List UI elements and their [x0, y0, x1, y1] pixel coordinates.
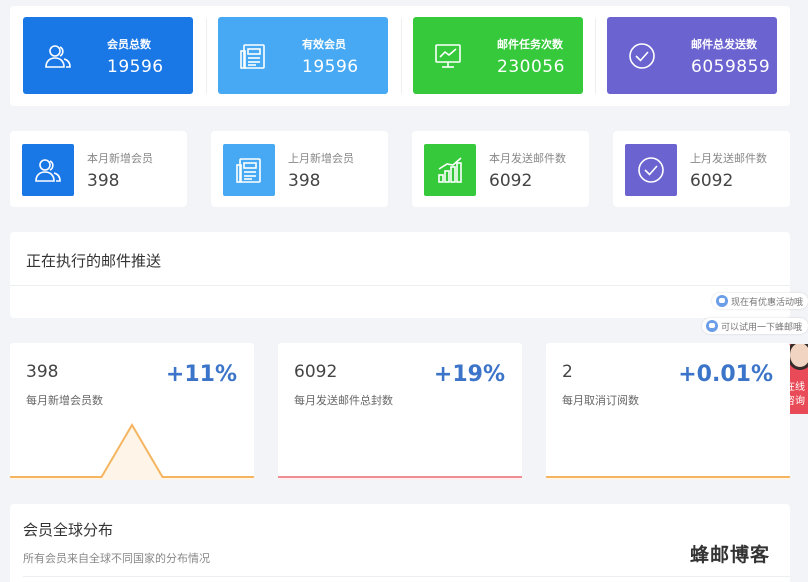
stat-value: 6059859	[691, 57, 771, 77]
agent-avatar-icon	[787, 344, 808, 370]
stat-label: 本月发送邮件数	[489, 152, 566, 165]
chat-icon	[706, 320, 718, 332]
check-circle-icon	[629, 43, 655, 69]
stat-label: 上月发送邮件数	[690, 152, 767, 165]
chat-bubble-promo[interactable]: 现在有优惠活动哦	[712, 293, 808, 309]
summary-stats-panel: 会员总数 19596 有效会员 19596 邮件任务次数 230056 邮件总发…	[10, 6, 790, 106]
check-circle-icon	[638, 157, 664, 183]
stat-value: 19596	[107, 57, 164, 77]
trend-number: 398	[26, 362, 59, 382]
trend-number: 6092	[294, 362, 338, 382]
stat-card-last-month-new-members[interactable]: 上月新增会员 398	[211, 131, 388, 207]
stat-card-mail-tasks[interactable]: 邮件任务次数 230056	[413, 17, 583, 94]
stat-label: 邮件任务次数	[497, 38, 563, 51]
users-icon	[45, 45, 71, 68]
icon-tile	[424, 144, 476, 196]
divider	[23, 576, 790, 577]
sparkline	[278, 476, 522, 480]
icon-tile	[223, 144, 275, 196]
sparkline	[546, 476, 790, 480]
stat-card-last-month-sent[interactable]: 上月发送邮件数 6092	[613, 131, 790, 207]
icon-tile	[625, 144, 677, 196]
divider	[206, 18, 207, 94]
member-global-distribution-panel: 会员全球分布 所有会员来自全球不同国家的分布情况	[10, 504, 790, 582]
stat-value: 398	[288, 171, 321, 191]
stat-value: 6092	[489, 171, 533, 191]
trend-card-mail-sent: 6092 +19% 每月发送邮件总封数	[278, 343, 522, 480]
stat-value: 398	[87, 171, 120, 191]
stat-value: 6092	[690, 171, 734, 191]
divider	[595, 18, 596, 94]
stat-card-month-new-members[interactable]: 本月新增会员 398	[10, 131, 187, 207]
panel-title: 正在执行的邮件推送	[26, 252, 162, 270]
stat-value: 19596	[302, 57, 359, 77]
icon-tile	[22, 144, 74, 196]
chat-bubble-text: 现在有优惠活动哦	[731, 297, 804, 308]
sparkline	[10, 423, 254, 480]
trend-number: 2	[562, 362, 573, 382]
divider	[401, 18, 402, 94]
stat-label: 本月新增会员	[87, 152, 153, 165]
divider	[10, 285, 790, 286]
newspaper-icon	[240, 44, 265, 69]
chat-icon	[716, 295, 728, 307]
trend-percent: +19%	[433, 362, 505, 387]
stat-card-total-members[interactable]: 会员总数 19596	[23, 17, 193, 94]
trend-card-new-members: 398 +11% 每月新增会员数	[10, 343, 254, 480]
stat-card-total-sent[interactable]: 邮件总发送数 6059859	[607, 17, 777, 94]
panel-subtitle: 所有会员来自全球不同国家的分布情况	[23, 552, 210, 565]
chat-bubble-text: 可以试用一下蜂邮哦	[721, 322, 803, 333]
bar-chart-icon	[438, 157, 462, 183]
stat-card-active-members[interactable]: 有效会员 19596	[218, 17, 388, 94]
trend-label: 每月发送邮件总封数	[294, 394, 393, 407]
trend-percent: +11%	[165, 362, 237, 387]
panel-title: 会员全球分布	[23, 521, 114, 539]
stat-value: 230056	[497, 57, 565, 77]
watermark-logo: 蜂邮博客	[690, 544, 771, 566]
trend-label: 每月新增会员数	[26, 394, 103, 407]
running-email-push-panel: 正在执行的邮件推送	[10, 232, 790, 318]
newspaper-icon	[236, 158, 261, 183]
users-icon	[35, 159, 61, 182]
trend-percent: +0.01%	[678, 362, 773, 387]
stat-label: 上月新增会员	[288, 152, 354, 165]
stat-label: 邮件总发送数	[691, 38, 757, 51]
trend-card-unsubscribes: 2 +0.01% 每月取消订阅数	[546, 343, 790, 480]
stat-card-month-sent[interactable]: 本月发送邮件数 6092	[412, 131, 589, 207]
chat-bubble-trial[interactable]: 可以试用一下蜂邮哦	[702, 318, 808, 334]
stat-label: 有效会员	[302, 38, 346, 51]
sparkline-area	[10, 425, 254, 480]
monitor-chart-icon	[435, 44, 461, 68]
trend-label: 每月取消订阅数	[562, 394, 639, 407]
stat-label: 会员总数	[107, 38, 151, 51]
